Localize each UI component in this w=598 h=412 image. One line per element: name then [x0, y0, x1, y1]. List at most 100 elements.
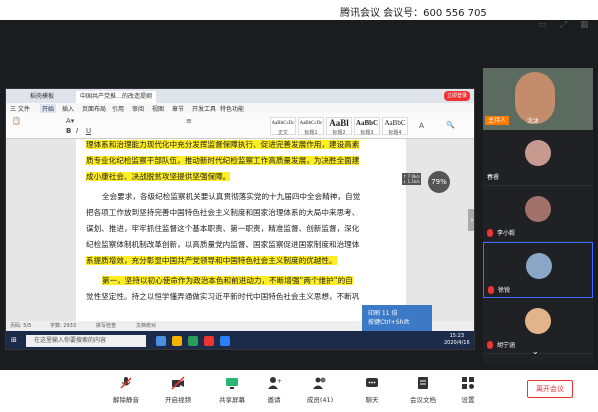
participant-card[interactable]: 胡宁涵: [483, 298, 593, 354]
doc-line: 觉性坚定性。持之以恒学懂弄通做实习近平新时代中国特色社会主义思想，不断巩: [86, 292, 360, 301]
mic-muted-icon: [487, 341, 493, 349]
unmute-button[interactable]: 解除静音: [106, 376, 146, 404]
chevron-right-icon[interactable]: ›: [468, 209, 474, 231]
meeting-docs-button[interactable]: 会议文档: [403, 376, 443, 404]
menu-view[interactable]: 视图: [152, 104, 164, 113]
wechat-icon[interactable]: [188, 336, 198, 346]
style-sample: AaBbC: [355, 119, 379, 127]
windows-start-icon[interactable]: ⊞: [11, 336, 17, 344]
taskbar-search[interactable]: 在这里输入你要搜索的内容: [26, 335, 146, 347]
chevron-down-icon[interactable]: ⌄: [532, 347, 539, 356]
style-label: 标题3: [360, 130, 374, 136]
chat-button[interactable]: 聊天: [352, 376, 392, 404]
participant-name: 李小毅: [497, 230, 516, 237]
style-sample: AaBbC: [384, 119, 406, 127]
leave-meeting-button[interactable]: 离开会议: [527, 380, 573, 398]
find-replace-icon[interactable]: 🔍: [446, 121, 455, 129]
invite-button[interactable]: + 邀请: [254, 376, 294, 404]
tab-document[interactable]: 中国共产党推…的改造提纲: [76, 91, 157, 103]
ime-subtitle: 按键Ctrl+Shift: [368, 319, 410, 326]
members-icon: [313, 377, 326, 389]
net-speed-ball[interactable]: 79%: [428, 171, 450, 193]
grid-layout-icon[interactable]: ▦: [580, 20, 589, 30]
menu-references[interactable]: 引用: [112, 104, 124, 113]
style-heading2[interactable]: AaBl 标题2: [326, 117, 352, 136]
download-speed: ↓ 1.1k/s: [403, 179, 420, 184]
members-button[interactable]: 成员(41): [300, 376, 340, 404]
net-speed-readout: ↑ 7.0k/s ↓ 1.1k/s: [402, 173, 421, 185]
doc-line: 谋划、推进，牢牢抓住监督这个基本职责、第一职责，精准监督、创新监督，深化: [86, 224, 360, 233]
share-screen-button[interactable]: 共享屏幕: [212, 376, 252, 404]
style-sample: AaBbCcDc: [299, 121, 323, 126]
style-heading4[interactable]: AaBbC 标题4: [382, 117, 408, 136]
menu-features[interactable]: 特色功能: [220, 104, 244, 113]
windows-taskbar: ⊞ 在这里输入你要搜索的内容 15:23 2020/4/16: [6, 331, 474, 349]
minimize-icon[interactable]: ▭: [538, 20, 547, 30]
tab-templates[interactable]: 稻壳模板: [26, 91, 58, 103]
doc-line: 系提质增效，充分彰显中国共产党领导和中国特色社会主义制度的优越性。: [86, 256, 337, 265]
avatar: [525, 308, 551, 334]
menu-insert[interactable]: 插入: [62, 104, 74, 113]
font-selector-icon[interactable]: A▾: [66, 117, 74, 125]
mic-off-icon: [120, 377, 132, 389]
wps-tab-bar: 稻壳模板 中国共产党推…的改造提纲 立即登录: [6, 89, 474, 103]
menu-sections[interactable]: 章节: [172, 104, 184, 113]
style-label: 正文: [277, 130, 288, 136]
menu-home[interactable]: 开始: [40, 104, 57, 113]
menu-page-layout[interactable]: 页面布局: [82, 104, 106, 113]
participant-card[interactable]: 徐锐: [483, 242, 593, 298]
style-normal[interactable]: AaBbCcDc 正文: [270, 117, 296, 136]
mic-muted-icon: [487, 229, 493, 237]
ime-popup: 印刷 11 倍 按键Ctrl+Shift: [362, 305, 432, 331]
avatar: [526, 253, 552, 279]
meeting-title: 腾讯会议 会议号：600 556 705: [340, 8, 487, 19]
taskbar-clock: 15:23 2020/4/16: [444, 333, 470, 346]
style-sample: AaBl: [329, 118, 349, 128]
bold-icon[interactable]: B: [66, 127, 71, 135]
task-view-icon[interactable]: [156, 336, 166, 346]
italic-icon[interactable]: I: [76, 127, 78, 135]
file-explorer-icon[interactable]: [172, 336, 182, 346]
start-video-button[interactable]: 开启视频: [158, 376, 198, 404]
doc-proofing[interactable]: 文档校对: [136, 322, 156, 329]
word-count: 字数: 2933: [50, 323, 76, 329]
underline-icon[interactable]: U: [86, 127, 91, 135]
menu-review[interactable]: 审阅: [132, 104, 144, 113]
text-tools-icon[interactable]: Ａ: [418, 121, 425, 131]
host-video[interactable]: 主持人 沈沐: [483, 68, 593, 130]
invite-icon: +: [268, 377, 281, 389]
spell-check[interactable]: 拼写检查: [96, 322, 116, 329]
meeting-title-bar: 腾讯会议 会议号：600 556 705: [0, 0, 598, 20]
avatar: [525, 196, 551, 222]
participant-card[interactable]: 春睿: [483, 130, 593, 186]
doc-line: 把各项工作放到坚持完善中国特色社会主义制度和国家治理体系的大局中来思考、: [86, 208, 360, 217]
style-label: 标题2: [332, 130, 346, 136]
paste-icon[interactable]: 📋: [12, 117, 21, 125]
style-label: 标题4: [388, 130, 402, 136]
mic-muted-icon: [488, 286, 494, 294]
meeting-app-icon[interactable]: [220, 336, 230, 346]
document-page: 理体系和治理能力现代化中充分发挥监督保障执行、促进完善发展作用，建设高素 质专业…: [76, 139, 406, 335]
menu-file[interactable]: 三 文件: [10, 104, 30, 113]
menu-developer[interactable]: 开发工具: [192, 104, 216, 113]
doc-line: 纪检监察体制机制改革创新，以高质量党内监督、国家监察促进国家制度和治理体: [86, 240, 360, 249]
chat-icon: [366, 378, 378, 387]
wps-icon[interactable]: [204, 336, 214, 346]
fullscreen-icon[interactable]: ⤢: [560, 20, 567, 30]
doc-line: 全会要求，各级纪检监察机关要认真贯彻落实党的十九届四中全会精神，自觉: [102, 192, 361, 201]
screen-share-icon: [226, 378, 238, 389]
settings-button[interactable]: 设置: [448, 376, 488, 404]
participant-name: 徐锐: [498, 287, 511, 294]
document-icon: [418, 377, 428, 389]
align-icon[interactable]: ≡: [186, 117, 192, 125]
avatar: [525, 140, 551, 166]
participant-card[interactable]: 李小毅: [483, 186, 593, 242]
shared-screen: 稻壳模板 中国共产党推…的改造提纲 立即登录 三 文件 开始 插入 页面布局 引…: [5, 88, 475, 350]
doc-line: 质专业化纪检监察干部队伍，推动新时代纪检监察工作高质量发展，为决胜全面建: [86, 156, 360, 165]
style-heading1[interactable]: AaBbCcDc 标题1: [298, 117, 324, 136]
participant-name: 胡宁涵: [497, 342, 516, 349]
style-sample: AaBbCcDc: [271, 121, 295, 126]
doc-line: 第一，坚持以初心使命作为政治本色和前进动力，不断增强“两个维护”的自: [102, 276, 353, 285]
style-heading3[interactable]: AaBbC 标题3: [354, 117, 380, 136]
login-button[interactable]: 立即登录: [444, 91, 471, 101]
